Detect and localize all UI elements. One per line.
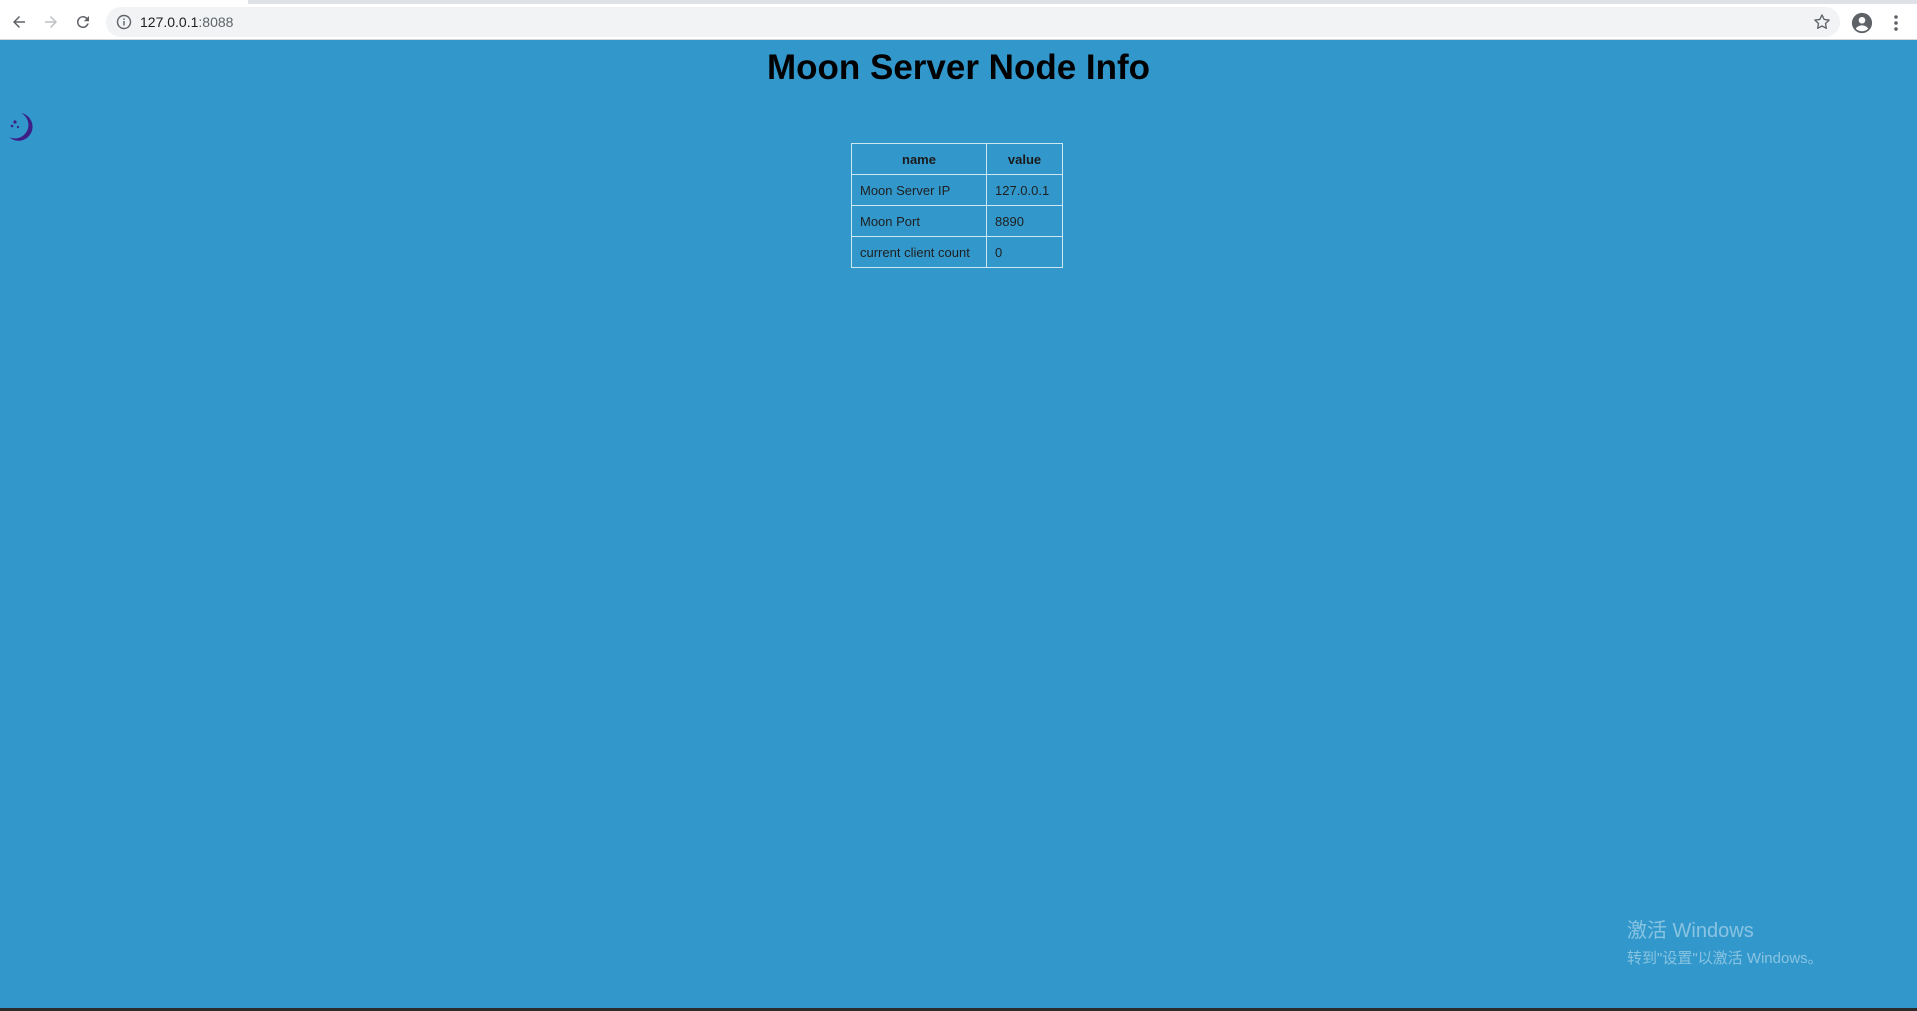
browser-toolbar: 127.0.0.1:8088 <box>0 4 1917 40</box>
table-row: Moon Server IP 127.0.0.1 <box>851 174 1063 206</box>
reload-icon <box>76 16 89 29</box>
url-text[interactable]: 127.0.0.1:8088 <box>140 14 233 30</box>
profile-icon[interactable] <box>1851 12 1873 34</box>
star-icon[interactable] <box>1812 12 1832 32</box>
forward-button[interactable] <box>37 8 65 36</box>
url-port: :8088 <box>198 14 234 30</box>
windows-activation-watermark: 激活 Windows 转到"设置"以激活 Windows。 <box>1627 914 1823 968</box>
row-value-cell: 0 <box>986 236 1063 268</box>
table-row: Moon Port 8890 <box>851 205 1063 237</box>
reload-button[interactable] <box>69 8 97 36</box>
back-button[interactable] <box>5 8 33 36</box>
node-info-table: name value Moon Server IP 127.0.0.1 Moon… <box>851 143 1063 268</box>
row-value-cell: 127.0.0.1 <box>986 174 1063 206</box>
row-value-cell: 8890 <box>986 205 1063 237</box>
watermark-title: 激活 Windows <box>1627 920 1754 942</box>
column-header-value: value <box>986 143 1063 175</box>
table-row: current client count 0 <box>851 236 1063 268</box>
info-icon[interactable] <box>116 14 132 30</box>
table-header-row: name value <box>851 143 1063 175</box>
forward-arrow-icon <box>45 16 57 28</box>
address-bar[interactable]: 127.0.0.1:8088 <box>106 7 1840 37</box>
moon-icon <box>9 113 33 141</box>
page-title: Moon Server Node Info <box>766 48 1151 87</box>
url-host: 127.0.0.1 <box>140 14 199 30</box>
row-name-cell: current client count <box>851 236 987 268</box>
menu-dots-icon[interactable] <box>1887 12 1905 34</box>
column-header-name: name <box>851 143 987 175</box>
back-arrow-icon <box>13 16 25 28</box>
watermark-subtitle: 转到"设置"以激活 Windows。 <box>1627 950 1823 967</box>
row-name-cell: Moon Server IP <box>851 174 987 206</box>
row-name-cell: Moon Port <box>851 205 987 237</box>
